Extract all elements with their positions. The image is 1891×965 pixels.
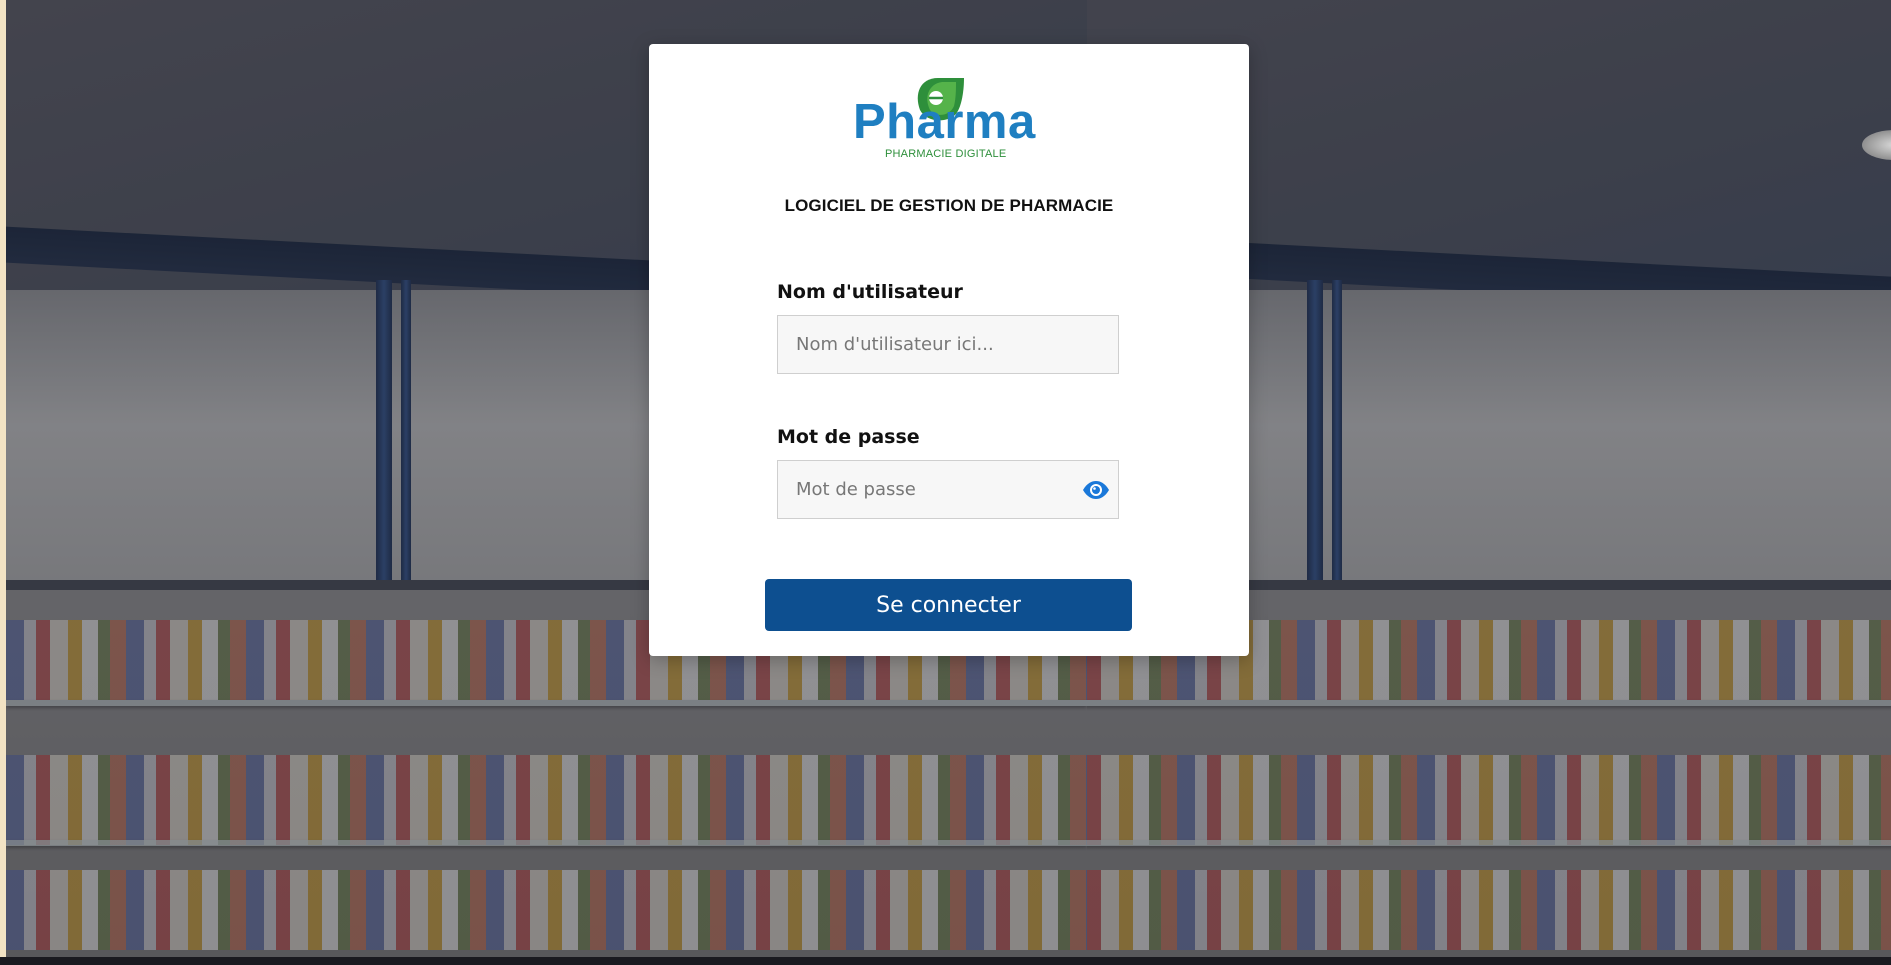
- username-field-wrapper: [777, 315, 1119, 374]
- password-label: Mot de passe: [777, 426, 920, 448]
- pharma-logo: Pharma PHARMACIE DIGITALE: [849, 76, 1049, 166]
- username-label: Nom d'utilisateur: [777, 281, 963, 303]
- bottom-edge: [0, 957, 1891, 965]
- eye-icon: [1083, 480, 1109, 499]
- logo-wordmark: Pharma: [853, 95, 1036, 149]
- app-subtitle: LOGICIEL DE GESTION DE PHARMACIE: [784, 196, 1114, 215]
- show-password-toggle[interactable]: [1074, 461, 1118, 518]
- login-button[interactable]: Se connecter: [765, 579, 1132, 631]
- password-field-wrapper: [777, 460, 1119, 519]
- username-input[interactable]: [778, 316, 1118, 373]
- login-card: Pharma PHARMACIE DIGITALE LOGICIEL DE GE…: [649, 44, 1249, 656]
- password-input[interactable]: [778, 461, 1118, 518]
- logo-tagline: PHARMACIE DIGITALE: [885, 148, 1007, 160]
